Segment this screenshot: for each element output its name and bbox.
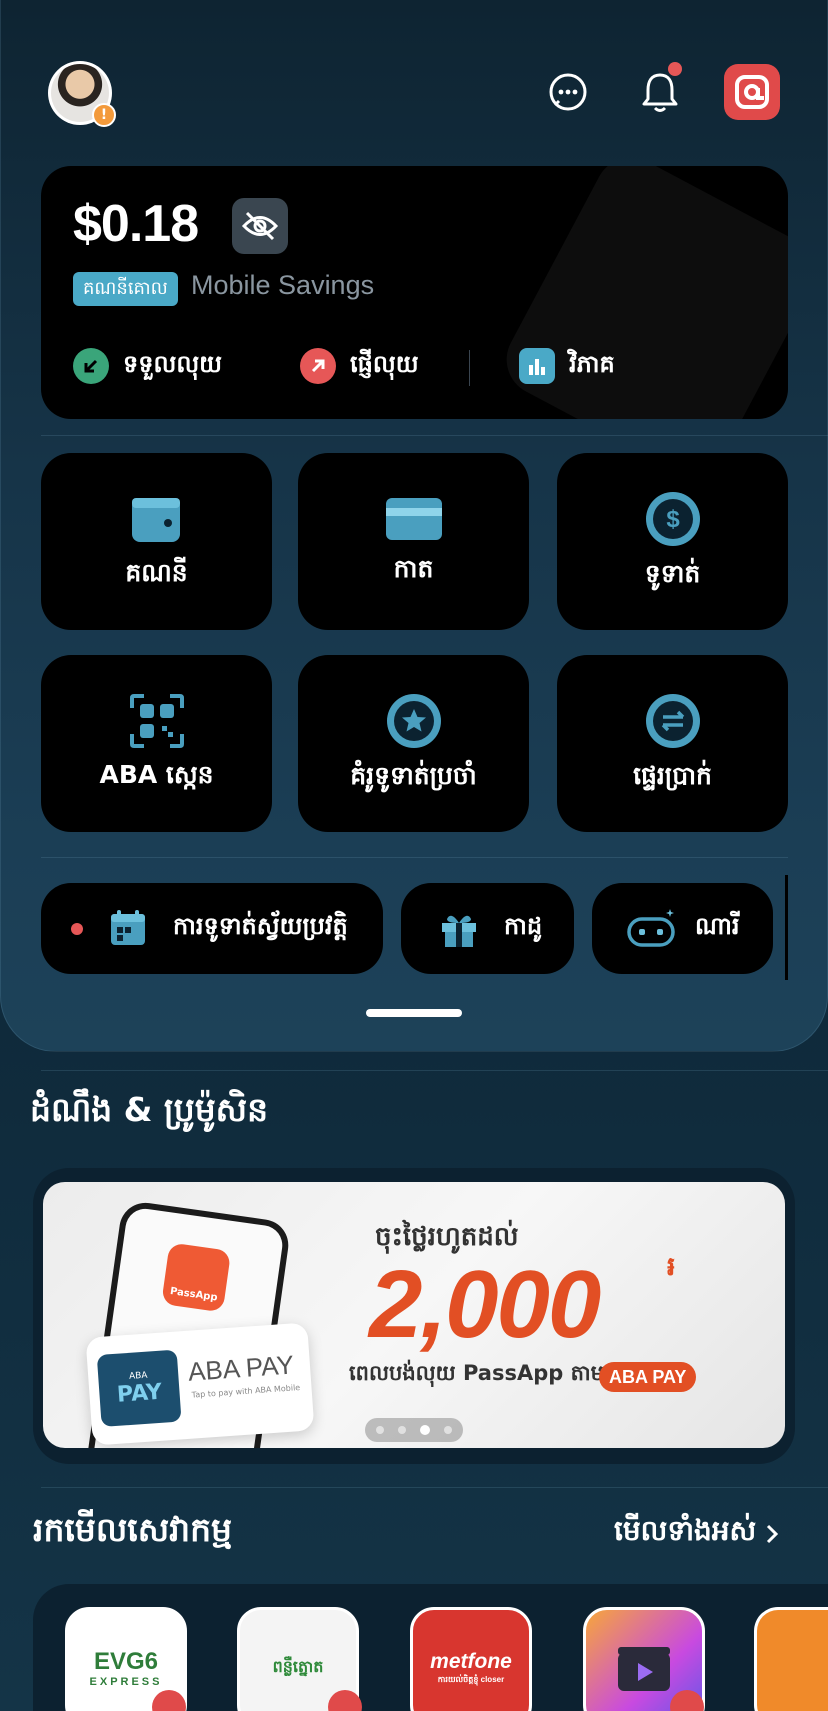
arrow-down-left-icon: [73, 348, 109, 384]
divider: [41, 435, 828, 436]
card-icon: [385, 497, 442, 540]
star-coin-icon: [386, 693, 441, 748]
robot-icon: [626, 907, 676, 955]
promo-abapay-badge: ABA PAY: [599, 1362, 697, 1392]
svg-text:$: $: [666, 506, 680, 533]
see-all-label: មើលទាំងអស់: [614, 1514, 757, 1547]
tile-payments-label: ទូទាត់: [644, 558, 701, 588]
abapay-logo: ABA PAY: [96, 1349, 182, 1427]
aba-brand-icon[interactable]: [724, 64, 780, 120]
tile-aba-scan-label: ABA ស្កេន: [99, 759, 214, 789]
tile-transfer-label: ផ្ទេរប្រាក់: [633, 760, 712, 790]
chevron-right-icon: [767, 1524, 779, 1543]
wallet-icon: [131, 497, 180, 542]
video-play-icon: [618, 1647, 670, 1691]
tile-payments[interactable]: $ ទូទាត់: [557, 453, 788, 630]
pill-gift-label: កាដូ: [504, 912, 543, 940]
tile-accounts-label: គណនី: [125, 557, 188, 587]
balance-card[interactable]: $0.18 គណនីគោល Mobile Savings ទទួលលុយ ផ្ញ…: [41, 166, 788, 419]
divider: [41, 1070, 828, 1071]
tile-transfer[interactable]: ផ្ទេរប្រាក់: [557, 655, 788, 832]
pill-nary-label: ណារី: [695, 912, 740, 940]
notification-dot: [668, 62, 682, 76]
promo-amount: 2,000: [369, 1251, 601, 1358]
tile-cards[interactable]: កាត: [298, 453, 529, 630]
carousel-dot[interactable]: [376, 1426, 384, 1434]
divider: [41, 857, 788, 858]
pill-nary-assistant[interactable]: ណារី: [592, 883, 773, 974]
pills-scroll-edge: [785, 875, 788, 980]
balance-amount: $0.18: [73, 195, 199, 253]
profile-alert-badge: !: [92, 103, 116, 127]
promo-description: ពេលបង់លុយ PassApp តាម: [349, 1361, 604, 1385]
transfer-icon: [645, 693, 700, 748]
tile-accounts[interactable]: គណនី: [41, 453, 272, 630]
service-partial[interactable]: [754, 1607, 828, 1711]
passapp-logo: PassApp: [161, 1242, 232, 1313]
chat-icon[interactable]: [544, 68, 592, 116]
promo-currency: ៛: [667, 1252, 676, 1282]
divider: [41, 1487, 828, 1488]
panel-drag-handle[interactable]: [366, 1009, 462, 1017]
qr-scan-icon: [129, 693, 184, 748]
send-money-button[interactable]: ផ្ញើលុយ: [300, 346, 419, 386]
abapay-card-illustration: ABA PAY ABA PAY Tap to pay with ABA Mobi…: [85, 1322, 315, 1446]
analytics-button[interactable]: វិភាគ: [519, 346, 615, 386]
hide-balance-button[interactable]: [232, 198, 288, 254]
news-section-title: ដំណឹង & ប្រូម៉ូសិន: [30, 1090, 269, 1129]
tile-payment-templates-label: គំរូទូទាត់ប្រចាំ: [350, 760, 477, 790]
actions-divider: [469, 350, 470, 386]
promo-banner[interactable]: PassApp ABA PAY ABA PAY Tap to pay with …: [43, 1182, 785, 1448]
receive-money-button[interactable]: ទទួលលុយ: [73, 346, 222, 386]
dollar-coin-icon: $: [645, 491, 700, 546]
calendar-icon: [109, 909, 147, 953]
services-section-title: រកមើលសេវាកម្ម: [33, 1510, 232, 1549]
arrow-up-right-icon: [300, 348, 336, 384]
receive-money-label: ទទួលលុយ: [123, 349, 223, 378]
carousel-pagination[interactable]: [365, 1418, 463, 1442]
abapay-title: ABA PAY: [187, 1349, 295, 1387]
bar-chart-icon: [519, 348, 555, 384]
tile-aba-scan[interactable]: ABA ស្កេន: [41, 655, 272, 832]
eye-off-icon: [241, 211, 279, 241]
see-all-services-link[interactable]: មើលទាំងអស់: [614, 1513, 780, 1554]
new-indicator-dot: [71, 922, 83, 935]
notification-bell-icon[interactable]: [636, 62, 684, 116]
pill-auto-payment-label: ការទូទាត់ស្វ័យប្រវត្តិ: [173, 912, 348, 940]
pill-auto-payment[interactable]: ការទូទាត់ស្វ័យប្រវត្តិ: [41, 883, 383, 974]
account-type-badge: គណនីគោល: [73, 272, 178, 306]
pill-gift[interactable]: កាដូ: [401, 883, 574, 974]
service-metfone[interactable]: metfone ការយល់ចិត្តខ្ញុំ closer: [410, 1607, 532, 1711]
analytics-label: វិភាគ: [569, 349, 615, 378]
gift-icon: [439, 909, 479, 955]
tile-payment-templates[interactable]: គំរូទូទាត់ប្រចាំ: [298, 655, 529, 832]
carousel-dot[interactable]: [398, 1426, 406, 1434]
send-money-label: ផ្ញើលុយ: [350, 349, 419, 378]
carousel-dot[interactable]: [444, 1426, 452, 1434]
carousel-dot-active[interactable]: [420, 1425, 430, 1435]
account-name: Mobile Savings: [191, 270, 375, 300]
profile-avatar[interactable]: !: [48, 61, 116, 127]
tile-cards-label: កាត: [393, 553, 434, 583]
